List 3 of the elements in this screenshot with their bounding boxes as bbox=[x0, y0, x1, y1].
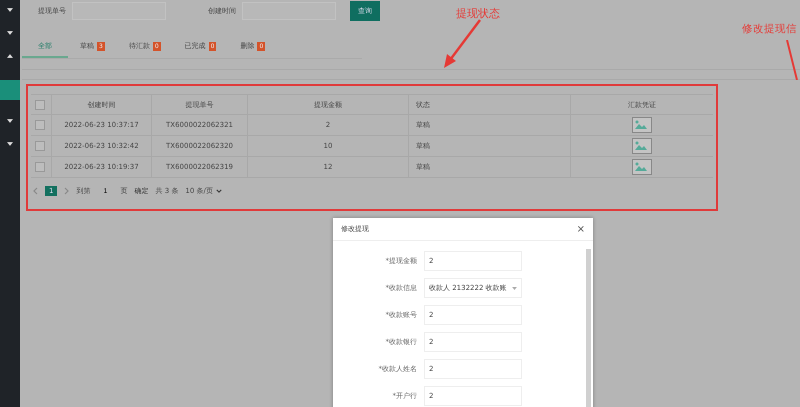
close-button[interactable]: × bbox=[576, 224, 585, 234]
annotation-label: 提现状态 bbox=[456, 7, 500, 20]
annotation-label: 修改提现信 bbox=[742, 23, 797, 35]
